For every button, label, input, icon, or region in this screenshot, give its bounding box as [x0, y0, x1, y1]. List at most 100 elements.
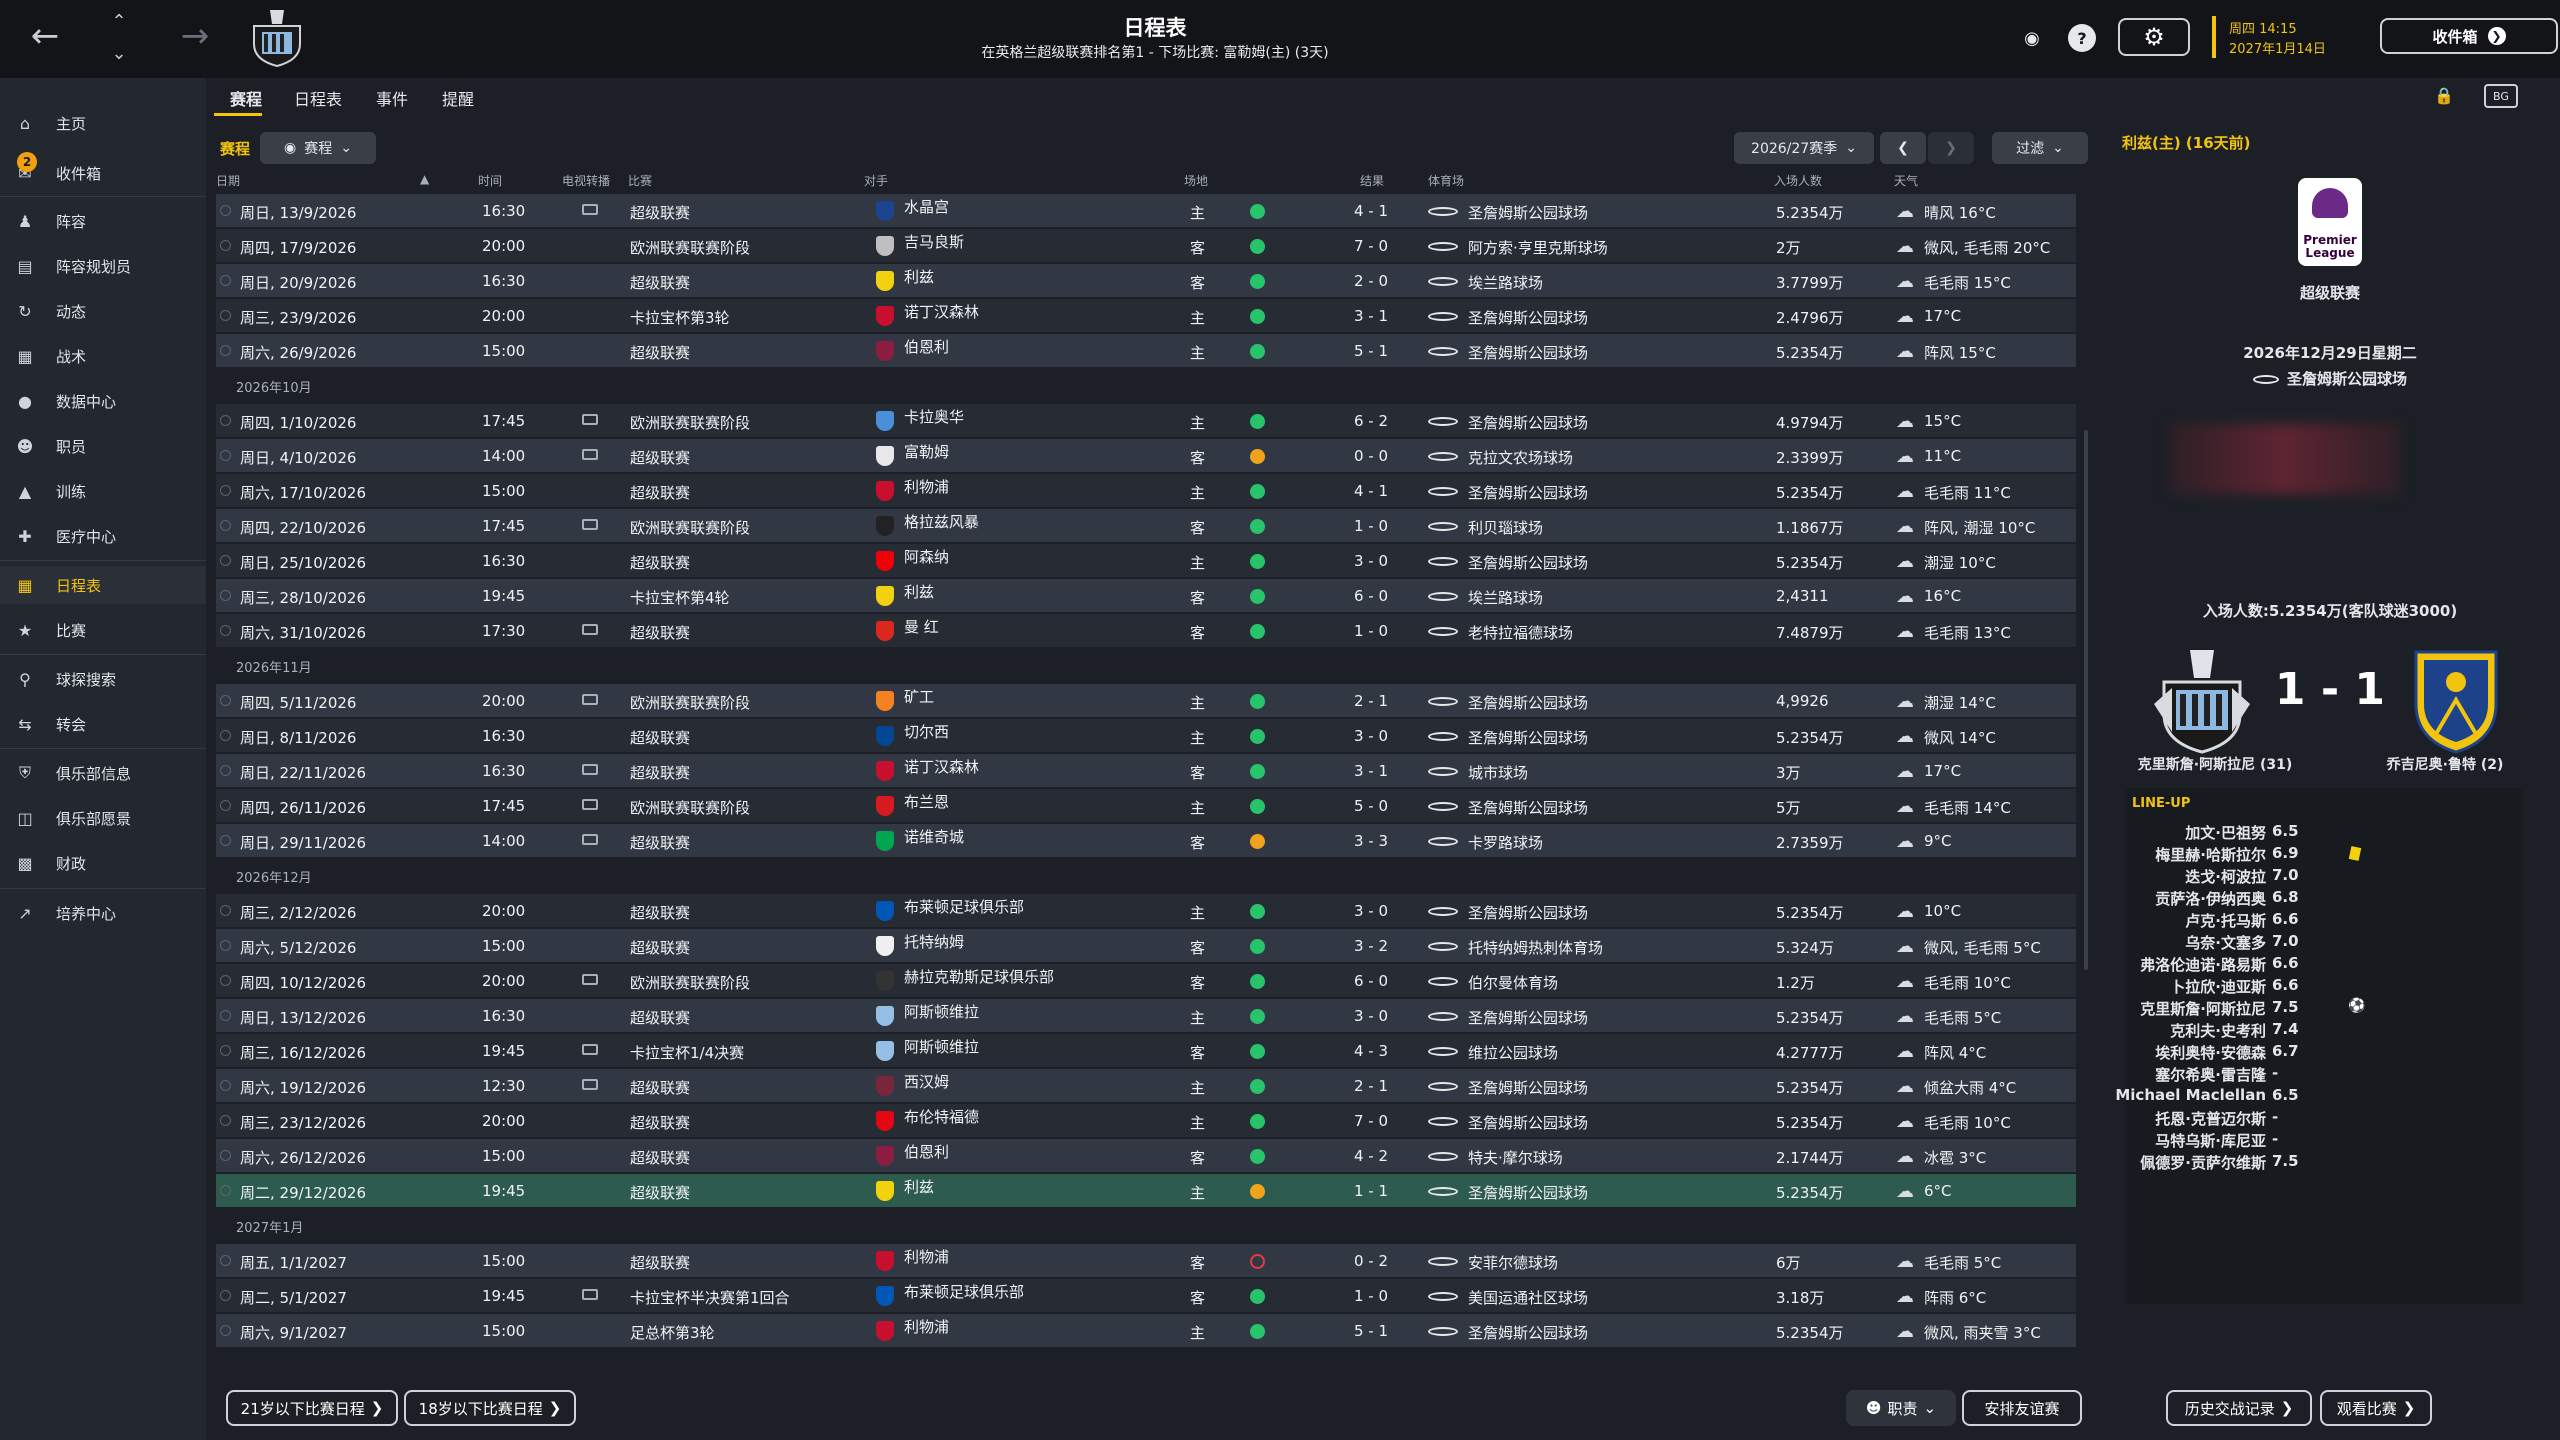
- fixture-opponent[interactable]: 卡拉奥华: [904, 406, 964, 427]
- sidebar-item-training[interactable]: ▲ 训练: [0, 472, 206, 510]
- fixture-opponent[interactable]: 水晶宫: [904, 196, 949, 217]
- table-row[interactable]: 周二, 29/12/2026 19:45 超级联赛 利兹 主 1 - 1 圣詹姆斯公园球场 5…: [216, 1174, 2076, 1207]
- fixture-opponent[interactable]: 阿斯顿维拉: [904, 1001, 979, 1022]
- u18-fixtures-button[interactable]: 18岁以下比赛日程 ❯: [404, 1390, 576, 1426]
- row-select-circle-icon[interactable]: [220, 1045, 231, 1056]
- fixture-opponent[interactable]: 切尔西: [904, 721, 949, 742]
- sidebar-item-development[interactable]: ↗ 培养中心: [0, 894, 206, 932]
- row-select-circle-icon[interactable]: [220, 450, 231, 461]
- lineup-player-row[interactable]: 塞尔希奥·雷吉隆 -: [2126, 1062, 2522, 1084]
- row-select-circle-icon[interactable]: [220, 905, 231, 916]
- lineup-player-row[interactable]: 梅里赫·哈斯拉尔 6.9: [2126, 842, 2522, 864]
- row-select-circle-icon[interactable]: [220, 345, 231, 356]
- row-select-circle-icon[interactable]: [220, 940, 231, 951]
- table-row[interactable]: 周六, 9/1/2027 15:00 足总杯第3轮 利物浦 主 5 - 1 圣詹姆斯公园球场…: [216, 1314, 2076, 1347]
- row-select-circle-icon[interactable]: [220, 555, 231, 566]
- fixture-opponent[interactable]: 矿工: [904, 686, 934, 707]
- home-team-crest-icon[interactable]: [2150, 644, 2254, 754]
- row-select-circle-icon[interactable]: [220, 520, 231, 531]
- fixture-competition[interactable]: 超级联赛: [630, 622, 690, 643]
- fixture-competition[interactable]: 超级联赛: [630, 1112, 690, 1133]
- table-row[interactable]: 周日, 13/9/2026 16:30 超级联赛 水晶宫 主 4 - 1 圣詹姆斯公园球场 5…: [216, 194, 2076, 227]
- fixture-competition[interactable]: 超级联赛: [630, 202, 690, 223]
- fixture-competition[interactable]: 超级联赛: [630, 447, 690, 468]
- sidebar-item-home[interactable]: ⌂ 主页: [0, 104, 206, 142]
- column-header-weather[interactable]: 天气: [1894, 172, 1918, 189]
- table-row[interactable]: 周三, 28/10/2026 19:45 卡拉宝杯第4轮 利兹 客 6 - 0 埃兰路球场 2…: [216, 579, 2076, 612]
- fixture-opponent[interactable]: 布莱顿足球俱乐部: [904, 896, 1024, 917]
- lineup-player-row[interactable]: 卢克·托马斯 6.6: [2126, 908, 2522, 930]
- filter-dropdown[interactable]: 过滤 ⌄: [1992, 132, 2088, 164]
- row-select-circle-icon[interactable]: [220, 590, 231, 601]
- table-row[interactable]: 周五, 1/1/2027 15:00 超级联赛 利物浦 客 0 - 2 安菲尔德球场 6万 ☁ 毛…: [216, 1244, 2076, 1277]
- watch-match-button[interactable]: 观看比赛 ❯: [2320, 1390, 2432, 1426]
- row-select-circle-icon[interactable]: [220, 1325, 231, 1336]
- fixture-opponent[interactable]: 诺丁汉森林: [904, 756, 979, 777]
- column-header-stadium[interactable]: 体育场: [1428, 172, 1464, 189]
- row-select-circle-icon[interactable]: [220, 240, 231, 251]
- table-row[interactable]: 周四, 26/11/2026 17:45 欧洲联赛联赛阶段 布兰恩 主 5 - 0 圣詹姆斯…: [216, 789, 2076, 822]
- fixture-competition[interactable]: 超级联赛: [630, 482, 690, 503]
- back-arrow-icon[interactable]: ←: [22, 16, 68, 56]
- match-detail-heading[interactable]: 利兹(主) (16天前): [2122, 132, 2251, 153]
- fixture-competition[interactable]: 卡拉宝杯1/4决赛: [630, 1042, 744, 1063]
- fixture-opponent[interactable]: 格拉兹风暴: [904, 511, 979, 532]
- sidebar-item-data-hub[interactable]: ● 数据中心: [0, 382, 206, 420]
- lineup-player-row[interactable]: 克里斯詹·阿斯拉尼 7.5 ⚽: [2126, 996, 2522, 1018]
- fixture-opponent[interactable]: 诺维奇城: [904, 826, 964, 847]
- previous-season-button[interactable]: ❮: [1880, 132, 1926, 164]
- competition-logo[interactable]: Premier League: [2298, 178, 2362, 266]
- table-row[interactable]: 周三, 23/9/2026 20:00 卡拉宝杯第3轮 诺丁汉森林 主 3 - 1 圣詹姆斯…: [216, 299, 2076, 332]
- away-team-crest-icon[interactable]: [2410, 644, 2502, 754]
- fixture-opponent[interactable]: 阿森纳: [904, 546, 949, 567]
- row-select-circle-icon[interactable]: [220, 1010, 231, 1021]
- inbox-button[interactable]: 收件箱 ❯: [2380, 18, 2558, 54]
- arrange-friendly-button[interactable]: 安排友谊赛: [1962, 1390, 2082, 1426]
- table-row[interactable]: 周四, 5/11/2026 20:00 欧洲联赛联赛阶段 矿工 主 2 - 1 圣詹姆斯公园…: [216, 684, 2076, 717]
- tab-calendar[interactable]: 日程表: [294, 86, 342, 110]
- fixture-competition[interactable]: 超级联赛: [630, 902, 690, 923]
- fixture-competition[interactable]: 欧洲联赛联赛阶段: [630, 692, 750, 713]
- table-row[interactable]: 周六, 26/12/2026 15:00 超级联赛 伯恩利 客 4 - 2 特夫·摩尔球场 2…: [216, 1139, 2076, 1172]
- scroll-down-icon[interactable]: ⌄: [96, 34, 142, 74]
- sidebar-item-schedule[interactable]: ▦ 日程表: [0, 566, 206, 604]
- season-dropdown[interactable]: 2026/27赛季 ⌄: [1734, 132, 1874, 164]
- fixture-competition[interactable]: 超级联赛: [630, 727, 690, 748]
- sidebar-item-tactics[interactable]: ▦ 战术: [0, 337, 206, 375]
- lineup-player-row[interactable]: 迭戈·柯波拉 7.0: [2126, 864, 2522, 886]
- row-select-circle-icon[interactable]: [220, 800, 231, 811]
- row-select-circle-icon[interactable]: [220, 1255, 231, 1266]
- fixture-opponent[interactable]: 布伦特福德: [904, 1106, 979, 1127]
- fixture-competition[interactable]: 欧洲联赛联赛阶段: [630, 412, 750, 433]
- table-row[interactable]: 周四, 10/12/2026 20:00 欧洲联赛联赛阶段 赫拉克勒斯足球俱乐部 客 6 …: [216, 964, 2076, 997]
- sidebar-item-staff[interactable]: ☻ 职员: [0, 427, 206, 465]
- row-select-circle-icon[interactable]: [220, 695, 231, 706]
- table-row[interactable]: 周四, 22/10/2026 17:45 欧洲联赛联赛阶段 格拉兹风暴 客 1 - 0 利贝…: [216, 509, 2076, 542]
- sidebar-item-finances[interactable]: ▩ 财政: [0, 844, 206, 882]
- table-row[interactable]: 周六, 17/10/2026 15:00 超级联赛 利物浦 主 4 - 1 圣詹姆斯公园球场…: [216, 474, 2076, 507]
- table-row[interactable]: 周二, 5/1/2027 19:45 卡拉宝杯半决赛第1回合 布莱顿足球俱乐部 客 1 -…: [216, 1279, 2076, 1312]
- sidebar-item-transfers[interactable]: ⇆ 转会: [0, 705, 206, 743]
- table-row[interactable]: 周四, 17/9/2026 20:00 欧洲联赛联赛阶段 吉马良斯 客 7 - 0 阿方索·…: [216, 229, 2076, 262]
- row-select-circle-icon[interactable]: [220, 485, 231, 496]
- fixture-competition[interactable]: 超级联赛: [630, 1007, 690, 1028]
- fixture-competition[interactable]: 足总杯第3轮: [630, 1322, 715, 1343]
- lineup-player-row[interactable]: 佩德罗·贡萨尔维斯 7.5: [2126, 1150, 2522, 1172]
- lineup-player-row[interactable]: 马特乌斯·库尼亚 -: [2126, 1128, 2522, 1150]
- view-dropdown[interactable]: ◉ 赛程 ⌄: [260, 132, 376, 164]
- table-row[interactable]: 周六, 5/12/2026 15:00 超级联赛 托特纳姆 客 3 - 2 托特纳姆热刺体育…: [216, 929, 2076, 962]
- fixture-opponent[interactable]: 利兹: [904, 266, 934, 287]
- table-row[interactable]: 周日, 4/10/2026 14:00 超级联赛 富勒姆 客 0 - 0 克拉文农场球场 2.…: [216, 439, 2076, 472]
- fixture-opponent[interactable]: 利物浦: [904, 1316, 949, 1337]
- row-select-circle-icon[interactable]: [220, 1185, 231, 1196]
- fixture-opponent[interactable]: 布兰恩: [904, 791, 949, 812]
- next-season-button[interactable]: ❯: [1928, 132, 1974, 164]
- row-select-circle-icon[interactable]: [220, 275, 231, 286]
- fixture-competition[interactable]: 卡拉宝杯第3轮: [630, 307, 730, 328]
- lock-icon[interactable]: 🔒: [2434, 86, 2454, 105]
- table-row[interactable]: 周三, 23/12/2026 20:00 超级联赛 布伦特福德 主 7 - 0 圣詹姆斯公园…: [216, 1104, 2076, 1137]
- table-row[interactable]: 周日, 29/11/2026 14:00 超级联赛 诺维奇城 客 3 - 3 卡罗路球场 2.…: [216, 824, 2076, 857]
- sidebar-item-dynamics[interactable]: ↻ 动态: [0, 292, 206, 330]
- row-select-circle-icon[interactable]: [220, 1290, 231, 1301]
- fixture-opponent[interactable]: 赫拉克勒斯足球俱乐部: [904, 966, 1054, 987]
